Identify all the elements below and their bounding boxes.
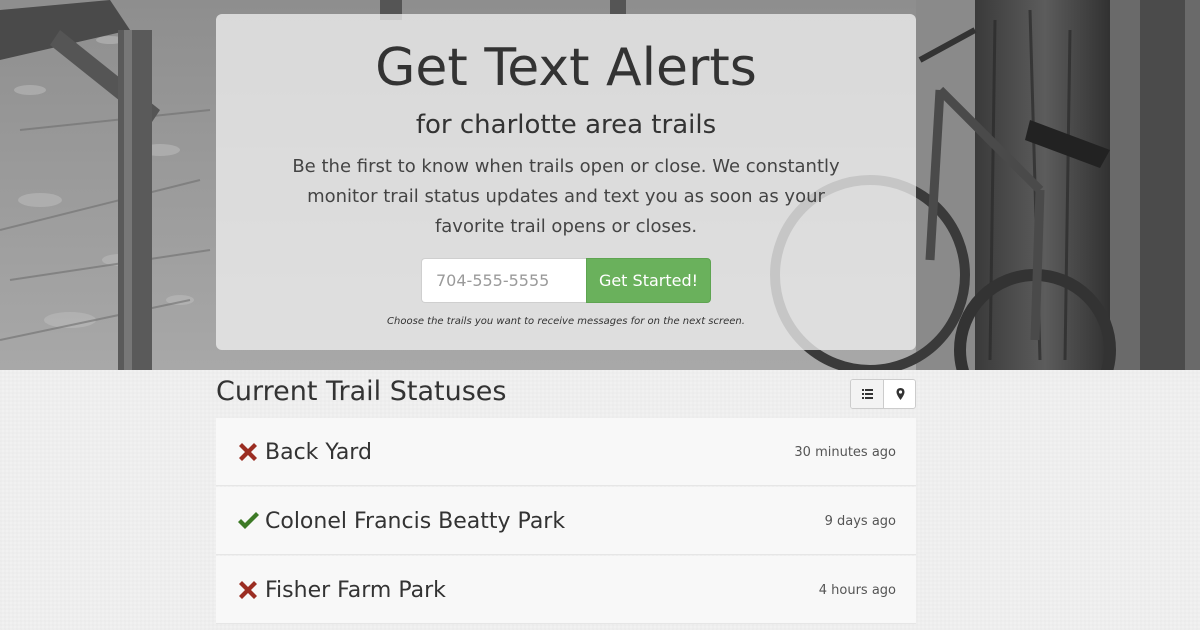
signup-note: Choose the trails you want to receive me… (387, 316, 745, 327)
map-view-button[interactable] (884, 380, 915, 408)
trail-row[interactable]: Back Yard 30 minutes ago (216, 418, 916, 486)
trail-name: Fisher Farm Park (265, 578, 446, 603)
trail-updated-time: 30 minutes ago (794, 445, 896, 460)
get-started-button[interactable]: Get Started! (586, 258, 711, 303)
list-view-button[interactable] (851, 380, 884, 408)
signup-card: Get Text Alerts for charlotte area trail… (216, 14, 916, 350)
signup-form: Get Started! (421, 258, 711, 303)
map-marker-icon (896, 388, 905, 400)
trail-row[interactable]: Colonel Francis Beatty Park 9 days ago (216, 487, 916, 555)
trail-updated-time: 4 hours ago (818, 583, 896, 598)
list-icon (862, 389, 873, 399)
hero-title: Get Text Alerts (375, 38, 757, 98)
trail-row[interactable]: Fisher Farm Park 4 hours ago (216, 556, 916, 624)
view-toggle (850, 379, 916, 409)
trail-status-list: Back Yard 30 minutes ago Colonel Francis… (216, 418, 916, 624)
trail-status-header: Current Trail Statuses (216, 372, 916, 412)
trail-name: Back Yard (265, 440, 372, 465)
closed-x-icon (239, 443, 257, 461)
hero-subtitle: for charlotte area trails (415, 110, 717, 140)
phone-number-input[interactable] (421, 258, 586, 303)
closed-x-icon (239, 581, 257, 599)
hero-description: Be the first to know when trails open or… (292, 156, 840, 237)
open-check-icon (238, 512, 259, 529)
trail-name: Colonel Francis Beatty Park (265, 509, 566, 534)
section-title: Current Trail Statuses (216, 376, 507, 407)
trail-updated-time: 9 days ago (824, 514, 896, 529)
hero-banner: Get Text Alerts for charlotte area trail… (0, 0, 1200, 370)
